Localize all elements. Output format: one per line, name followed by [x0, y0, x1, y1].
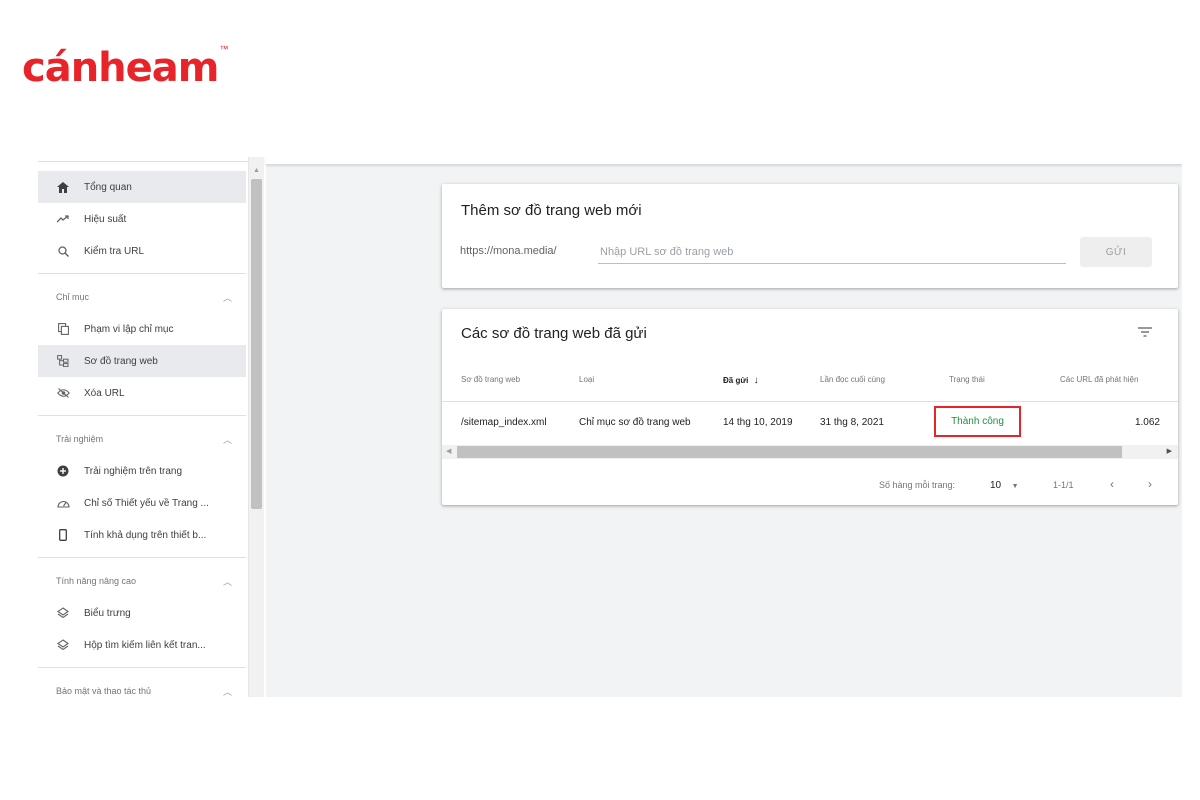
sort-down-arrow-icon: ↓ [753, 375, 759, 386]
header-row-divider [442, 401, 1178, 402]
layers-icon [56, 638, 70, 652]
sitemap-icon [56, 354, 70, 368]
cell-sitemap[interactable]: /sitemap_index.xml [461, 417, 547, 428]
section-title: Tính năng nâng cao [56, 576, 137, 586]
scroll-right-arrow-icon[interactable]: ▶ [1167, 447, 1172, 455]
cell-submitted: 14 thg 10, 2019 [723, 417, 793, 428]
sidebar-item-mobile-usability[interactable]: Tính khả dụng trên thiết b... [38, 519, 246, 551]
add-circle-icon [56, 464, 70, 478]
cell-status: Thành công [951, 416, 1004, 427]
column-header-submitted[interactable]: Đã gửi ↓ [723, 375, 759, 386]
sidebar-divider [38, 557, 246, 558]
rows-per-page-select[interactable]: 10 ▼ [990, 480, 1019, 491]
home-icon [56, 180, 70, 194]
sidebar-item-label: Sơ đồ trang web [84, 355, 158, 367]
cell-type: Chỉ mục sơ đồ trang web [579, 417, 691, 428]
section-title: Chỉ mục [56, 292, 90, 302]
logo-trademark: ™ [219, 44, 229, 54]
pagination-range: 1-1/1 [1053, 480, 1074, 490]
add-sitemap-card: Thêm sơ đồ trang web mới https://mona.me… [442, 184, 1178, 288]
submitted-sitemaps-title: Các sơ đồ trang web đã gửi [461, 325, 647, 342]
sidebar-divider [38, 415, 246, 416]
sidebar-item-core-web-vitals[interactable]: Chỉ số Thiết yếu về Trang ... [38, 487, 246, 519]
chevron-up-icon: ︿ [222, 292, 232, 303]
sidebar-item-overview[interactable]: Tổng quan [38, 171, 246, 203]
phone-icon [56, 528, 70, 542]
sidebar-item-removals[interactable]: Xóa URL [38, 377, 246, 409]
sidebar-item-label: Chỉ số Thiết yếu về Trang ... [84, 497, 209, 509]
sitemap-url-prefix: https://mona.media/ [460, 245, 557, 257]
copy-icon [56, 322, 70, 336]
sidebar-top-divider [38, 161, 248, 162]
sidebar-item-logos[interactable]: Biểu trưng [38, 597, 246, 629]
section-title: Bảo mật và thao tác thủ [56, 686, 152, 696]
layers-icon [56, 606, 70, 620]
submitted-sitemaps-card: Các sơ đồ trang web đã gửi Sơ đồ trang w… [442, 309, 1178, 505]
sidebar-item-url-inspection[interactable]: Kiểm tra URL [38, 235, 246, 267]
sidebar-item-sitelinks-searchbox[interactable]: Hộp tìm kiếm liên kết tran... [38, 629, 246, 661]
sidebar-section-security[interactable]: Bảo mật và thao tác thủ ︿ [38, 677, 246, 697]
sidebar-section-enhancements[interactable]: Tính năng nâng cao ︿ [38, 567, 246, 595]
status-highlight-box: Thành công [934, 406, 1021, 437]
rows-per-page-label: Số hàng mỗi trang: [879, 480, 956, 490]
add-sitemap-title: Thêm sơ đồ trang web mới [461, 202, 642, 219]
sidebar-item-label: Tính khả dụng trên thiết b... [84, 529, 207, 541]
chevron-up-icon: ︿ [222, 686, 232, 697]
sidebar-item-sitemaps[interactable]: Sơ đồ trang web [38, 345, 246, 377]
filter-icon[interactable] [1138, 325, 1152, 337]
sidebar-item-label: Biểu trưng [84, 607, 131, 619]
sidebar-item-page-experience[interactable]: Trải nghiệm trên trang [38, 455, 246, 487]
column-header-last-read[interactable]: Lần đọc cuối cùng [820, 375, 885, 384]
search-console-screenshot: Tổng quan Hiệu suất Kiểm tra URL Chỉ mục… [38, 157, 1182, 697]
table-horizontal-scrollbar[interactable]: ◀ ▶ [442, 445, 1178, 459]
column-header-status[interactable]: Trạng thái [949, 375, 985, 384]
visibility-off-icon [56, 386, 70, 400]
chevron-up-icon: ︿ [222, 576, 232, 587]
cell-discovered-urls: 1.062 [1134, 417, 1160, 428]
column-header-discovered-urls[interactable]: Các URL đã phát hiện [1060, 375, 1138, 384]
sidebar-section-index[interactable]: Chỉ mục ︿ [38, 283, 246, 311]
next-page-icon[interactable]: › [1148, 477, 1152, 491]
rows-per-page-value: 10 [990, 480, 1002, 491]
column-header-sitemap[interactable]: Sơ đồ trang web [461, 375, 520, 384]
column-header-type[interactable]: Loại [579, 375, 594, 384]
chevron-up-icon: ︿ [222, 434, 232, 445]
sidebar-scrollbar[interactable]: ▲ [248, 157, 264, 697]
sidebar-item-label: Tổng quan [84, 181, 132, 193]
trending-up-icon [56, 212, 70, 226]
previous-page-icon[interactable]: ‹ [1110, 477, 1114, 491]
column-header-label: Đã gửi [723, 376, 749, 385]
scroll-left-arrow-icon[interactable]: ◀ [446, 447, 451, 455]
sitemap-url-input[interactable] [598, 240, 1066, 264]
logo-text: cánheam [22, 45, 219, 91]
sidebar-item-label: Kiểm tra URL [84, 245, 145, 257]
sidebar: Tổng quan Hiệu suất Kiểm tra URL Chỉ mục… [38, 157, 248, 697]
submit-sitemap-button[interactable]: GỬI [1080, 237, 1152, 267]
search-icon [56, 244, 70, 258]
dropdown-arrow-icon: ▼ [1011, 483, 1019, 490]
speed-icon [56, 496, 70, 510]
cell-last-read: 31 thg 8, 2021 [820, 417, 884, 428]
sidebar-item-label: Phạm vi lập chỉ mục [84, 323, 174, 335]
table-scroll-thumb[interactable] [457, 446, 1122, 458]
sidebar-item-label: Trải nghiệm trên trang [84, 465, 183, 477]
top-app-bar [266, 157, 1182, 165]
sidebar-item-performance[interactable]: Hiệu suất [38, 203, 246, 235]
sidebar-item-index-coverage[interactable]: Phạm vi lập chỉ mục [38, 313, 246, 345]
sidebar-item-label: Hộp tìm kiếm liên kết tran... [84, 639, 206, 651]
scroll-up-arrow-icon[interactable]: ▲ [253, 167, 260, 174]
sidebar-scroll-thumb[interactable] [251, 179, 262, 509]
sidebar-item-label: Xóa URL [84, 387, 125, 399]
sidebar-section-experience[interactable]: Trải nghiệm ︿ [38, 425, 246, 453]
logo: cánheam ™ [22, 38, 228, 88]
sidebar-divider [38, 273, 246, 274]
sidebar-item-label: Hiệu suất [84, 213, 127, 225]
section-title: Trải nghiệm [56, 434, 104, 444]
sidebar-divider [38, 667, 246, 668]
